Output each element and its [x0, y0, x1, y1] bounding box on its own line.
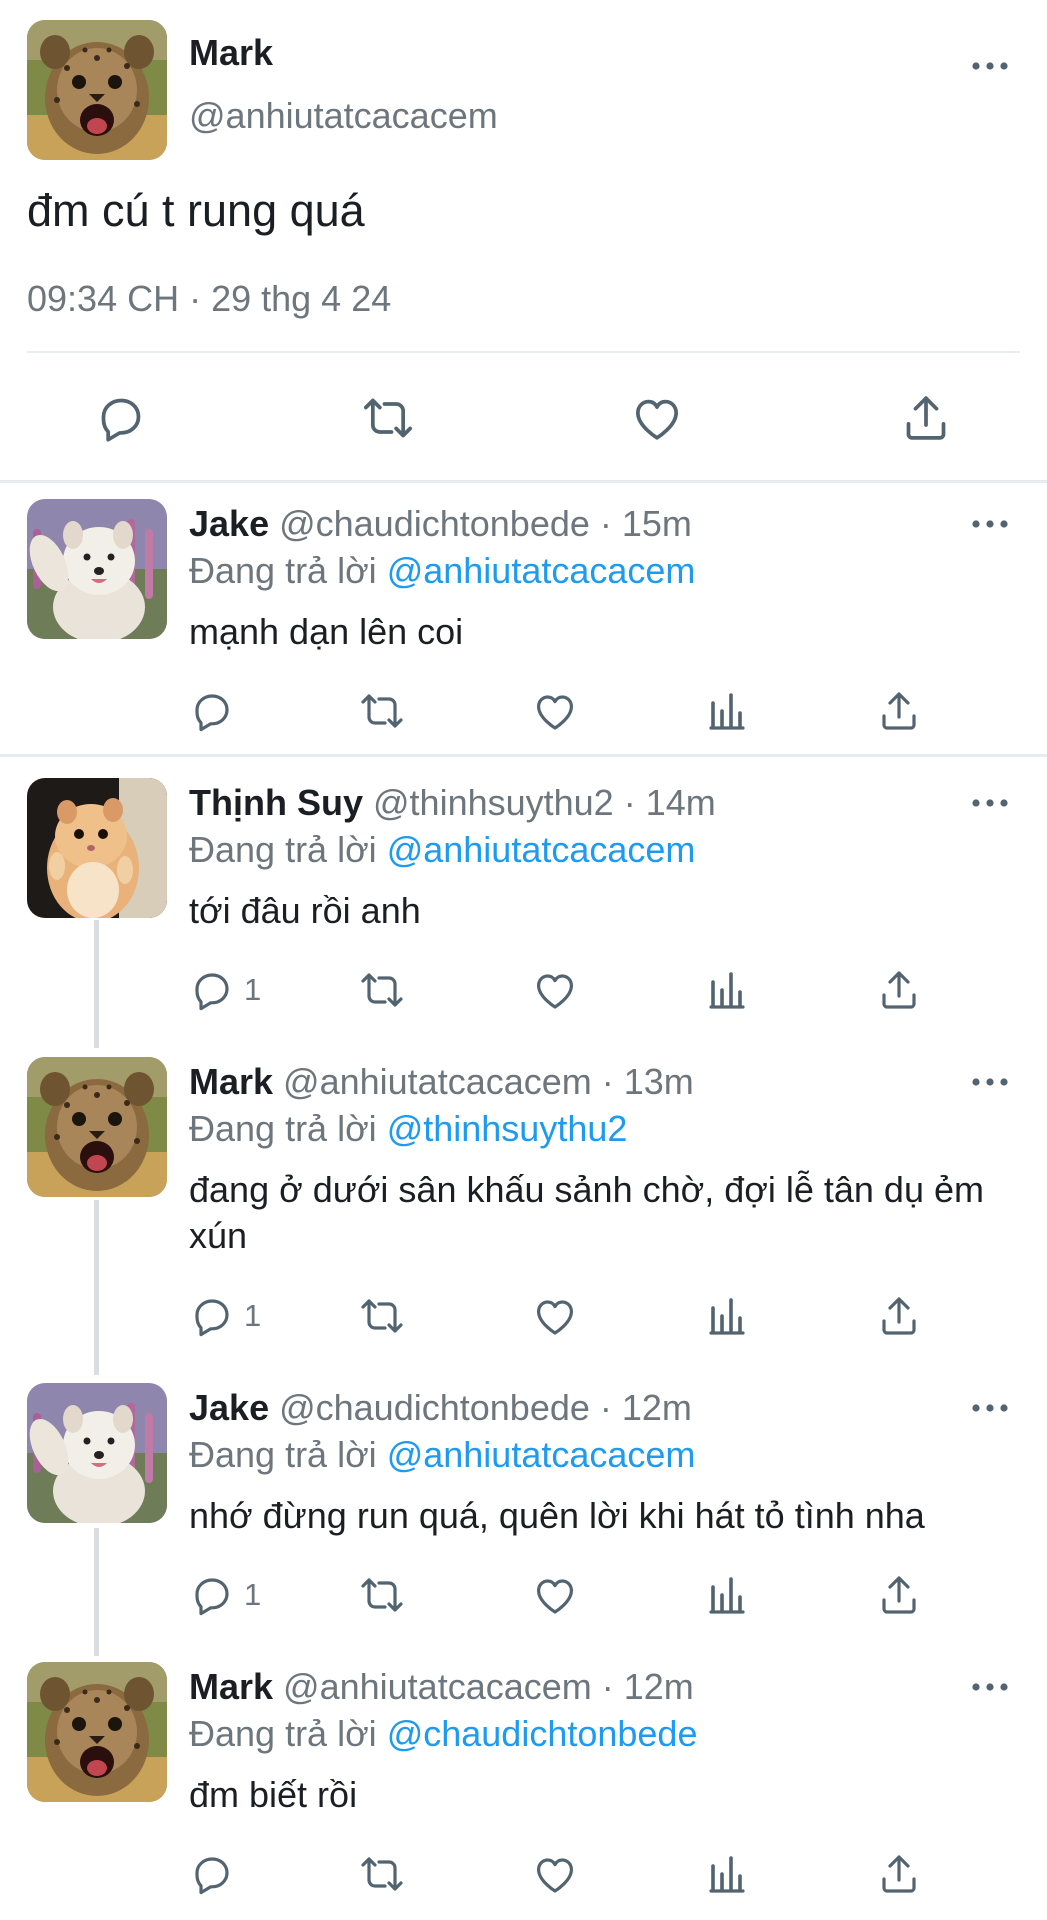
author-handle-time: @thinhsuythu2 · 14m — [363, 782, 716, 823]
avatar[interactable] — [27, 20, 167, 160]
tweet-text: tới đâu rồi anh — [189, 890, 421, 931]
replying-to-label: Đang trả lời — [189, 1713, 387, 1754]
mention-link[interactable]: @anhiutatcacacem — [387, 1434, 696, 1475]
reply-icon[interactable] — [188, 687, 236, 735]
retweet-icon[interactable] — [360, 390, 416, 446]
thread-line — [94, 1528, 99, 1656]
like-icon[interactable] — [531, 1292, 579, 1340]
tweet-text: đang ở dưới sân khấu sảnh chờ, đợi lễ tâ… — [189, 1169, 984, 1256]
tweet-text: đm biết rồi — [189, 1774, 358, 1815]
retweet-icon[interactable] — [358, 966, 406, 1014]
retweet-icon[interactable] — [358, 1571, 406, 1619]
mention-link[interactable]: @thinhsuythu2 — [387, 1108, 628, 1149]
replying-to-label: Đang trả lời — [189, 1434, 387, 1475]
replying-to-label: Đang trả lời — [189, 1108, 387, 1149]
author-handle-time: @chaudichtonbede · 12m — [269, 1387, 692, 1428]
author-name[interactable]: Mark — [189, 1666, 273, 1707]
retweet-icon[interactable] — [358, 687, 406, 735]
share-icon[interactable] — [875, 1292, 923, 1340]
retweet-icon[interactable] — [358, 1850, 406, 1898]
stats-icon[interactable] — [703, 1292, 751, 1340]
tweet-text: đm cú t rung quá — [27, 185, 365, 236]
reply-header[interactable]: Jake @chaudichtonbede · 12m — [189, 1387, 692, 1429]
avatar[interactable] — [27, 1662, 167, 1802]
reply-icon[interactable] — [188, 1292, 236, 1340]
author-name[interactable]: Mark — [189, 1061, 273, 1102]
replying-to-label: Đang trả lời — [189, 550, 387, 591]
retweet-icon[interactable] — [358, 1292, 406, 1340]
replying-to: Đang trả lời @chaudichtonbede — [189, 1713, 697, 1755]
mention-link[interactable]: @anhiutatcacacem — [387, 829, 696, 870]
tweet-text: mạnh dạn lên coi — [189, 611, 464, 652]
reply-header[interactable]: Thịnh Suy @thinhsuythu2 · 14m — [189, 782, 716, 824]
reply-count: 1 — [244, 1298, 262, 1333]
avatar[interactable] — [27, 778, 167, 918]
share-icon[interactable] — [898, 390, 954, 446]
share-icon[interactable] — [875, 1571, 923, 1619]
reply-icon[interactable] — [188, 1850, 236, 1898]
ellipsis-icon[interactable] — [970, 1400, 1010, 1416]
stats-icon[interactable] — [703, 687, 751, 735]
divider — [0, 480, 1047, 483]
divider — [0, 754, 1047, 757]
tweet-timestamp[interactable]: 09:34 CH · 29 thg 4 24 — [27, 278, 391, 320]
reply-icon[interactable] — [188, 966, 236, 1014]
reply-count: 1 — [244, 972, 262, 1007]
author-name[interactable]: Mark — [189, 32, 273, 74]
reply-header[interactable]: Mark @anhiutatcacacem · 12m — [189, 1666, 694, 1708]
avatar[interactable] — [27, 499, 167, 639]
ellipsis-icon[interactable] — [970, 58, 1010, 74]
replying-to: Đang trả lời @anhiutatcacacem — [189, 1434, 695, 1476]
tweet-text: nhớ đừng run quá, quên lời khi hát tỏ tì… — [189, 1495, 925, 1536]
author-handle-time: @anhiutatcacacem · 12m — [273, 1666, 694, 1707]
mention-link[interactable]: @chaudichtonbede — [387, 1713, 698, 1754]
reply-header[interactable]: Jake @chaudichtonbede · 15m — [189, 503, 692, 545]
replying-to-label: Đang trả lời — [189, 829, 387, 870]
replying-to: Đang trả lời @anhiutatcacacem — [189, 829, 695, 871]
replying-to: Đang trả lời @thinhsuythu2 — [189, 1108, 627, 1150]
avatar[interactable] — [27, 1057, 167, 1197]
ellipsis-icon[interactable] — [970, 1074, 1010, 1090]
stats-icon[interactable] — [703, 1850, 751, 1898]
reply-icon[interactable] — [93, 390, 149, 446]
replying-to: Đang trả lời @anhiutatcacacem — [189, 550, 695, 592]
thread-line — [94, 920, 99, 1048]
like-icon[interactable] — [531, 966, 579, 1014]
share-icon[interactable] — [875, 966, 923, 1014]
avatar[interactable] — [27, 1383, 167, 1523]
like-icon[interactable] — [629, 390, 685, 446]
mention-link[interactable]: @anhiutatcacacem — [387, 550, 696, 591]
reply-header[interactable]: Mark @anhiutatcacacem · 13m — [189, 1061, 694, 1103]
like-icon[interactable] — [531, 1850, 579, 1898]
ellipsis-icon[interactable] — [970, 795, 1010, 811]
divider — [27, 351, 1020, 353]
author-name[interactable]: Jake — [189, 1387, 269, 1428]
author-handle-time: @anhiutatcacacem · 13m — [273, 1061, 694, 1102]
thread-line — [94, 1200, 99, 1375]
share-icon[interactable] — [875, 1850, 923, 1898]
author-name[interactable]: Thịnh Suy — [189, 782, 363, 823]
stats-icon[interactable] — [703, 966, 751, 1014]
reply-count: 1 — [244, 1577, 262, 1612]
author-handle-time: @chaudichtonbede · 15m — [269, 503, 692, 544]
author-handle[interactable]: @anhiutatcacacem — [189, 95, 498, 137]
stats-icon[interactable] — [703, 1571, 751, 1619]
like-icon[interactable] — [531, 687, 579, 735]
share-icon[interactable] — [875, 687, 923, 735]
ellipsis-icon[interactable] — [970, 516, 1010, 532]
reply-icon[interactable] — [188, 1571, 236, 1619]
like-icon[interactable] — [531, 1571, 579, 1619]
author-name[interactable]: Jake — [189, 503, 269, 544]
ellipsis-icon[interactable] — [970, 1679, 1010, 1695]
